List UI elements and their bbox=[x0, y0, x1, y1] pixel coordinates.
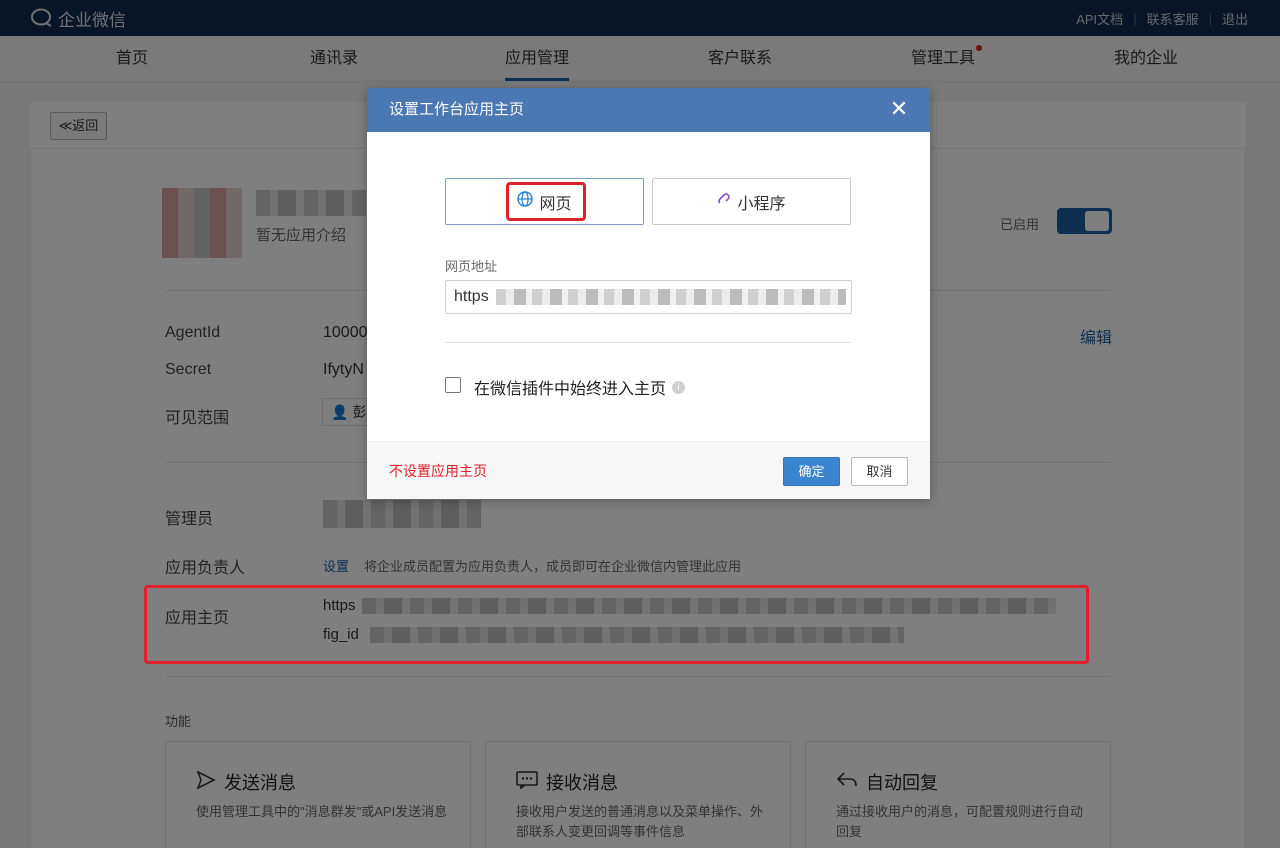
highlight-box-homepage bbox=[144, 585, 1089, 664]
dialog-title: 设置工作台应用主页 bbox=[367, 88, 930, 132]
always-enter-home-label: 在微信插件中始终进入主页 i bbox=[474, 375, 686, 399]
mini-program-icon bbox=[717, 192, 731, 211]
close-icon[interactable]: ✕ bbox=[888, 98, 910, 120]
dialog-footer: 不设置应用主页 确定 取消 bbox=[367, 441, 930, 499]
checkbox-label-text: 在微信插件中始终进入主页 bbox=[474, 381, 667, 398]
option-mini-program[interactable]: 小程序 bbox=[652, 178, 851, 225]
url-field-label: 网页地址 bbox=[445, 259, 498, 274]
url-blurred bbox=[496, 289, 846, 305]
option-mini-program-label: 小程序 bbox=[737, 195, 786, 213]
dialog-divider bbox=[445, 342, 851, 343]
confirm-button[interactable]: 确定 bbox=[783, 457, 840, 486]
cancel-button[interactable]: 取消 bbox=[851, 457, 908, 486]
no-homepage-link[interactable]: 不设置应用主页 bbox=[389, 461, 487, 481]
url-input[interactable]: https bbox=[445, 280, 852, 314]
info-icon[interactable]: i bbox=[672, 380, 686, 394]
homepage-settings-dialog: 设置工作台应用主页 ✕ 网页 小程序 网页地址 https 在微信插件中始终进入… bbox=[367, 88, 930, 499]
always-enter-home-checkbox[interactable] bbox=[445, 377, 461, 393]
highlight-box-webpage bbox=[506, 182, 586, 221]
url-input-value: https bbox=[454, 288, 489, 305]
